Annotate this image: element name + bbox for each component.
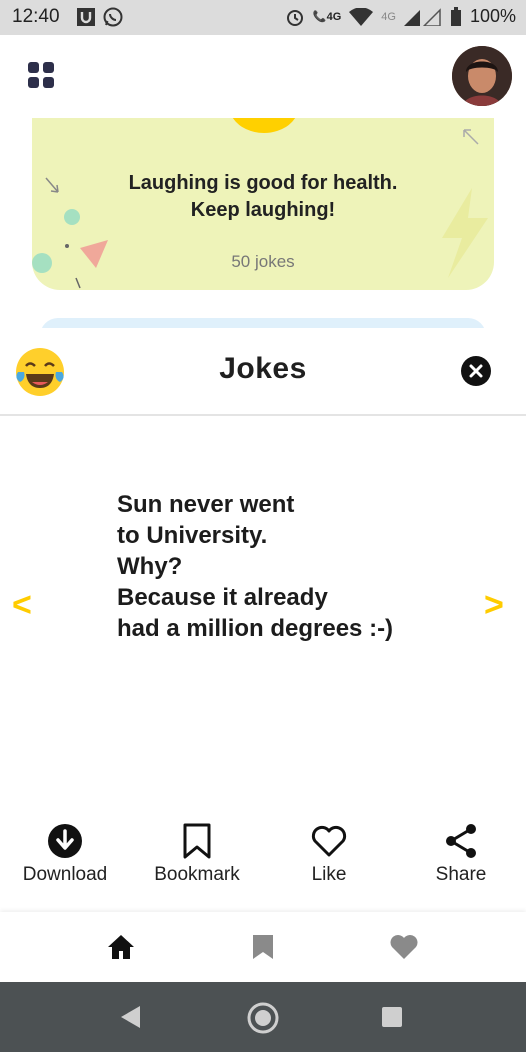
bottom-navigation	[0, 912, 526, 982]
download-icon	[48, 824, 82, 858]
signal-icon	[403, 7, 441, 26]
nav-home[interactable]	[106, 932, 136, 962]
joke-text: Sun never went to University. Why? Becau…	[117, 491, 394, 642]
bookmark-filled-icon	[253, 935, 273, 959]
status-bar: 12:40 📞4G 4G 100%	[0, 0, 526, 35]
previous-joke-button[interactable]: <	[12, 586, 32, 625]
back-icon[interactable]	[118, 1004, 144, 1030]
bookmark-button[interactable]: Bookmark	[132, 822, 262, 886]
sheet-header: Jokes	[0, 328, 526, 416]
share-button[interactable]: Share	[396, 822, 526, 886]
download-button[interactable]: Download	[0, 822, 130, 886]
card-title: Laughing is good for health. Keep laughi…	[32, 170, 494, 224]
heart-icon	[311, 825, 347, 857]
menu-grid-button[interactable]	[28, 62, 54, 88]
home-circle-icon[interactable]	[246, 1001, 280, 1035]
close-icon	[469, 364, 483, 378]
share-label: Share	[435, 864, 487, 885]
card-title-line1: Laughing is good for health.	[128, 172, 398, 194]
network-4g-label: 4G	[381, 10, 396, 23]
nav-favorites[interactable]	[389, 932, 419, 962]
nav-bookmarks[interactable]	[248, 932, 278, 962]
grid-icon	[28, 62, 54, 88]
whatsapp-icon	[103, 7, 123, 27]
recents-icon[interactable]	[381, 1006, 403, 1028]
category-card[interactable]: Laughing is good for health. Keep laughi…	[32, 118, 494, 290]
bookmark-label: Bookmark	[154, 864, 240, 885]
joke-actions: Download Bookmark Like Share	[0, 822, 526, 892]
wifi-icon	[349, 7, 374, 26]
status-left-icons	[76, 6, 124, 28]
avatar-photo	[452, 46, 512, 106]
call-4g-icon: 📞4G	[312, 11, 342, 23]
share-icon	[446, 824, 476, 858]
like-label: Like	[311, 864, 347, 885]
battery-percent: 100%	[469, 6, 516, 26]
app-u-icon	[77, 8, 95, 26]
download-label: Download	[22, 864, 108, 885]
card-title-line2: Keep laughing!	[190, 199, 336, 221]
jokes-sheet: Jokes < Sun never went to University. Wh…	[0, 328, 526, 1052]
jokes-count: 50 jokes	[231, 252, 295, 271]
bookmark-icon	[183, 823, 211, 859]
status-right-icons: 📞4G 4G 100%	[285, 6, 516, 27]
system-navigation-bar	[0, 982, 526, 1052]
heart-filled-icon	[390, 935, 418, 959]
battery-icon	[450, 6, 461, 26]
next-joke-button[interactable]: >	[484, 586, 504, 625]
user-avatar[interactable]	[452, 46, 512, 106]
like-button[interactable]: Like	[264, 822, 394, 886]
status-time: 12:40	[12, 6, 60, 27]
sheet-title: Jokes	[219, 352, 307, 385]
alarm-icon	[286, 9, 303, 26]
close-button[interactable]	[461, 356, 491, 386]
home-icon	[108, 935, 134, 959]
